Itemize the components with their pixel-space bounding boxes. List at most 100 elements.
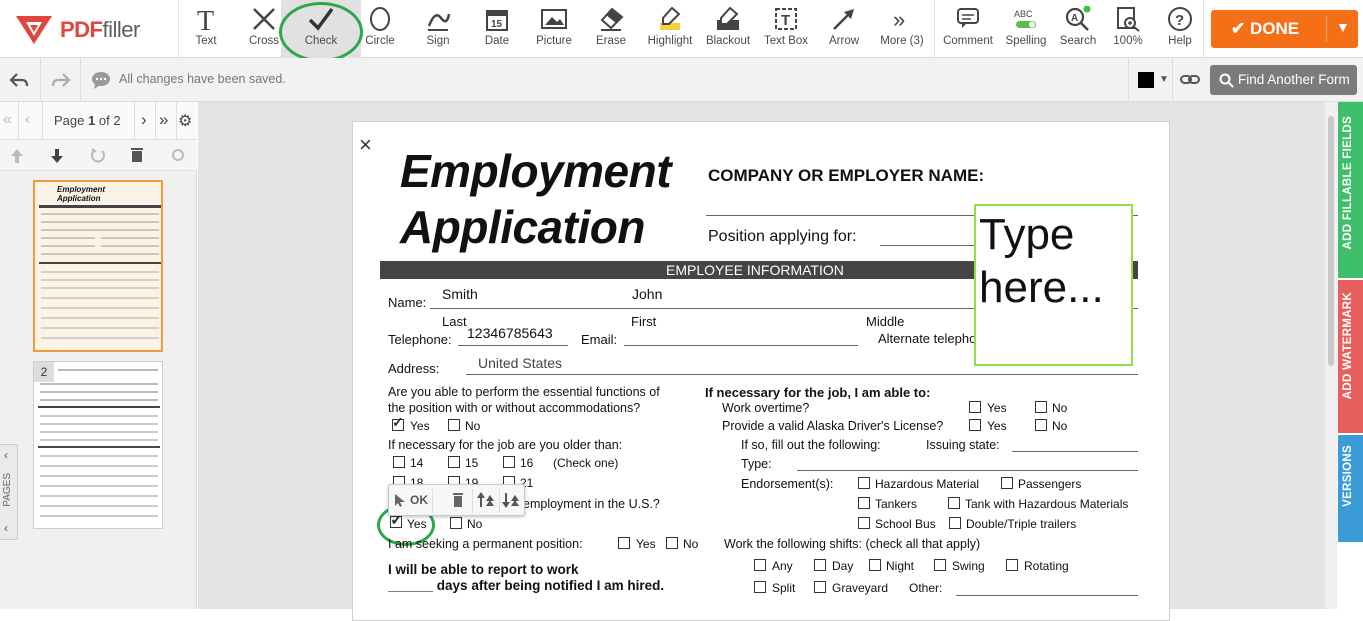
no-label: No [467,517,483,531]
move-page-up-icon[interactable] [10,148,24,164]
page-current[interactable]: 1 [88,113,95,128]
position-field-line[interactable] [880,245,975,246]
age-14-label: 14 [410,456,424,470]
passengers-checkbox[interactable] [1001,477,1013,489]
close-icon[interactable]: × [359,132,372,158]
link-icon[interactable] [1180,72,1200,88]
license-no-checkbox[interactable] [1035,419,1047,431]
tool-highlight[interactable]: Highlight [642,0,698,58]
add-fillable-fields-tab[interactable]: ADD FILLABLE FIELDS [1338,102,1363,278]
first-name-value[interactable]: John [632,286,662,302]
add-watermark-tab[interactable]: ADD WATERMARK [1338,280,1363,433]
rotate-page-icon[interactable] [90,147,106,163]
color-swatch[interactable] [1138,72,1154,88]
last-name-value[interactable]: Smith [442,286,478,302]
vertical-scrollbar[interactable] [1325,102,1337,609]
hazardous-checkbox[interactable] [858,477,870,489]
last-page-icon[interactable]: » [159,110,168,130]
shift-any-checkbox[interactable] [754,559,766,571]
tankers-checkbox[interactable] [858,497,870,509]
shift-night-checkbox[interactable] [869,559,881,571]
svg-text:T: T [781,12,790,29]
pointer-icon[interactable] [394,493,406,507]
work-overtime-label: Work overtime? [722,401,810,415]
address-value[interactable]: United States [478,355,562,371]
ok-button[interactable]: OK [410,493,428,507]
move-page-down-icon[interactable] [50,148,64,164]
find-another-form-button[interactable]: Find Another Form [1210,65,1357,95]
age-16-checkbox[interactable] [503,456,515,468]
essential-no-checkbox[interactable] [448,419,460,431]
telephone-value[interactable]: 12346785643 [467,325,553,341]
shift-other-field[interactable] [956,595,1138,596]
shift-split-checkbox[interactable] [754,581,766,593]
trash-icon[interactable] [452,492,464,508]
tool-picture[interactable]: Picture [532,0,576,58]
school-bus-checkbox[interactable] [858,517,870,529]
license-yes-checkbox[interactable] [969,419,981,431]
issuing-state-field[interactable] [1012,451,1138,452]
tool-text[interactable]: T Text [187,0,225,58]
tool-label: Cross [248,35,280,47]
overtime-no-checkbox[interactable] [1035,401,1047,413]
tool-blackout[interactable]: Blackout [702,0,754,58]
undo-icon[interactable] [9,71,29,89]
no-label: No [683,537,699,551]
age-14-checkbox[interactable] [393,456,405,468]
scrollbar-thumb[interactable] [1328,116,1334,366]
double-triple-checkbox[interactable] [949,517,961,529]
bring-forward-icon[interactable] [476,491,496,509]
versions-tab[interactable]: VERSIONS [1338,435,1363,542]
tank-hazard-checkbox[interactable] [948,497,960,509]
tool-arrow[interactable]: Arrow [822,0,866,58]
shift-swing-checkbox[interactable] [934,559,946,571]
refresh-page-icon[interactable] [170,147,186,163]
email-field-line[interactable] [624,345,858,346]
overtime-yes-checkbox[interactable] [969,401,981,413]
shift-rotating-checkbox[interactable] [1006,559,1018,571]
tool-date[interactable]: 15 Date [478,0,516,58]
email-label: Email: [581,332,618,347]
tool-more-3[interactable]: » More (3) [875,0,929,58]
chevron-left-icon[interactable]: ‹ [4,521,8,535]
permanent-yes-checkbox[interactable] [618,537,630,549]
tool-search[interactable]: A Search [1057,0,1099,58]
done-button[interactable]: ✔ DONE ▼ [1211,10,1358,48]
yes-label: Yes [987,401,1007,415]
tool-sign[interactable]: Sign [419,0,457,58]
shift-graveyard-checkbox[interactable] [814,581,826,593]
prev-page-icon[interactable]: ‹ [25,111,30,129]
chevron-down-icon[interactable]: ▼ [1336,19,1350,35]
essential-yes-checkbox[interactable]: ✓ [392,414,404,431]
page-thumbnail-2[interactable]: 2 [33,361,163,529]
tool-comment[interactable]: Comment [940,0,996,58]
tool-100[interactable]: 100% [1104,0,1152,58]
permanent-no-checkbox[interactable] [666,537,678,549]
chevron-left-icon[interactable]: ‹ [4,448,8,462]
tool-spelling[interactable]: ABC Spelling [1000,0,1052,58]
pages-collapse-tab[interactable]: ‹ PAGES ‹ [0,444,18,540]
color-dropdown-icon[interactable]: ▼ [1159,74,1169,85]
tool-circle[interactable]: Circle [362,0,398,58]
tool-cross[interactable]: Cross [244,0,284,58]
type-field[interactable] [797,470,1138,471]
age-15-checkbox[interactable] [448,456,460,468]
shift-split-label: Split [772,581,796,595]
text-box-field[interactable]: Type here... [974,204,1133,366]
tool-help[interactable]: ? Help [1158,0,1202,58]
tool-text-box[interactable]: T Text Box [760,0,812,58]
redo-icon[interactable] [51,71,71,89]
first-page-icon[interactable]: « [3,111,12,129]
gear-icon[interactable]: ⚙ [178,111,192,131]
page-thumbnail-1[interactable]: 1 Employment Application [33,180,163,352]
tool-erase[interactable]: Erase [592,0,630,58]
pages-sidebar: « ‹ Page 1 of 2 › » ⚙ 1 Employment Appli… [0,102,197,609]
address-label: Address: [388,361,440,376]
send-backward-icon[interactable] [501,491,521,509]
next-page-icon[interactable]: › [141,110,147,130]
delete-page-icon[interactable] [130,147,144,163]
eligible-no-checkbox[interactable] [450,517,462,529]
shift-day-checkbox[interactable] [814,559,826,571]
save-status-text: All changes have been saved. [119,72,286,86]
pdffiller-logo[interactable]: PDFfiller [14,12,164,48]
